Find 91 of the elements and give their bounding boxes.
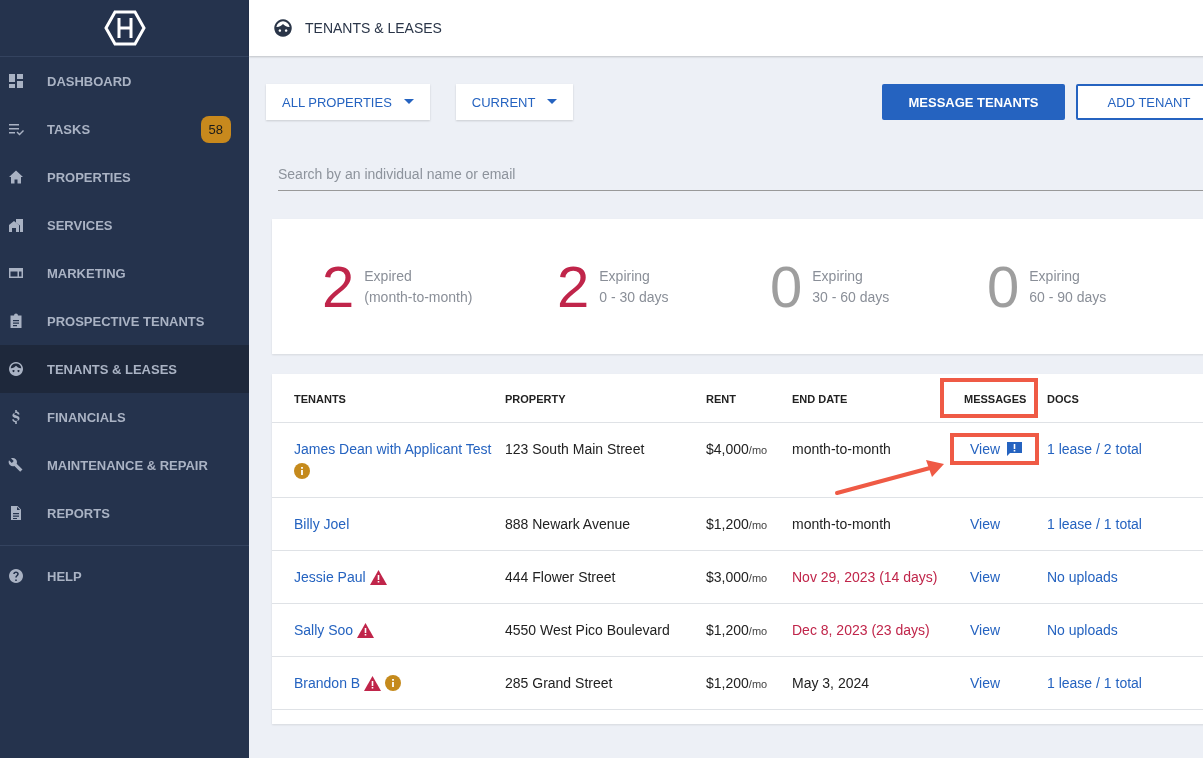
buildings-icon bbox=[8, 217, 24, 233]
sidebar-item[interactable]: FINANCIALS bbox=[0, 393, 249, 441]
column-header: END DATE bbox=[792, 393, 848, 405]
tenant-name-link[interactable]: Sally Soo bbox=[294, 622, 354, 638]
sidebar-item[interactable]: HELP bbox=[0, 552, 249, 600]
filter-dropdown[interactable]: CURRENT bbox=[455, 84, 574, 120]
filter-dropdown[interactable]: ALL PROPERTIES bbox=[266, 84, 430, 120]
rent-amount: $1,200/mo bbox=[706, 622, 768, 638]
rent-amount: $1,200/mo bbox=[706, 675, 768, 691]
view-messages-link[interactable]: View bbox=[970, 675, 1001, 691]
sidebar-label: FINANCIALS bbox=[47, 409, 127, 425]
end-date: May 3, 2024 bbox=[792, 675, 870, 691]
sidebar-label: REPORTS bbox=[47, 505, 111, 521]
view-messages-link[interactable]: View bbox=[970, 516, 1001, 532]
sidebar-label: DASHBOARD bbox=[47, 73, 133, 89]
sidebar-label: MAINTENANCE & REPAIR bbox=[47, 457, 209, 473]
rent-amount: $3,000/mo bbox=[706, 569, 768, 585]
sidebar-item[interactable]: MARKETING bbox=[0, 249, 249, 297]
column-header: DOCS bbox=[1047, 393, 1079, 405]
caret-icon bbox=[403, 99, 414, 105]
caret-icon bbox=[547, 99, 558, 105]
property-address: 285 Grand Street bbox=[505, 675, 613, 691]
sidebar-item[interactable]: REPORTS bbox=[0, 489, 249, 537]
stat-count: 0 bbox=[987, 257, 1020, 316]
billboard-icon bbox=[8, 265, 24, 281]
property-address: 4550 West Pico Boulevard bbox=[505, 622, 670, 638]
task-count-badge: 58 bbox=[200, 115, 231, 143]
view-messages-link[interactable]: View bbox=[970, 622, 1001, 638]
docs-link[interactable]: 1 lease / 1 total bbox=[1047, 516, 1142, 532]
stat-count: 2 bbox=[322, 257, 355, 316]
sidebar-label: SERVICES bbox=[47, 217, 114, 233]
stat-range: 30 - 60 days bbox=[812, 289, 890, 305]
column-header: TENANTS bbox=[294, 393, 346, 405]
clipboard-icon bbox=[8, 313, 24, 329]
stat-range: (month-to-month) bbox=[364, 289, 473, 305]
stat-range: 60 - 90 days bbox=[1029, 289, 1107, 305]
rent-amount: $4,000/mo bbox=[706, 441, 768, 457]
sidebar-item[interactable]: TENANTS & LEASES bbox=[0, 345, 249, 393]
sidebar-item[interactable]: DASHBOARD bbox=[0, 57, 249, 105]
sidebar-label: HELP bbox=[47, 568, 83, 584]
face-icon bbox=[273, 18, 293, 38]
checklist-icon bbox=[8, 121, 24, 137]
property-address: 123 South Main Street bbox=[505, 441, 645, 457]
view-messages-link[interactable]: View bbox=[970, 441, 1001, 457]
search-field[interactable]: Search by an individual name or email bbox=[278, 158, 1203, 191]
property-address: 888 Newark Avenue bbox=[505, 516, 631, 532]
sidebar-item[interactable]: PROSPECTIVE TENANTS bbox=[0, 297, 249, 345]
sidebar-label: TENANTS & LEASES bbox=[47, 361, 178, 377]
stat-label: Expiring bbox=[1029, 268, 1081, 284]
column-header: MESSAGES bbox=[964, 393, 1027, 405]
sidebar-item[interactable]: SERVICES bbox=[0, 201, 249, 249]
page-title: TENANTS & LEASES bbox=[305, 20, 442, 36]
column-header: PROPERTY bbox=[505, 393, 566, 405]
sidebar-label: PROPERTIES bbox=[47, 169, 132, 185]
wrench-icon bbox=[8, 457, 24, 473]
stat-count: 2 bbox=[557, 257, 590, 316]
document-icon bbox=[8, 505, 24, 521]
sidebar-item[interactable]: MAINTENANCE & REPAIR bbox=[0, 441, 249, 489]
docs-link[interactable]: No uploads bbox=[1047, 622, 1118, 638]
tenant-name-link[interactable]: Jessie Paul bbox=[294, 569, 366, 585]
add-tenant-button[interactable]: ADD TENANT bbox=[1076, 84, 1203, 120]
stat-range: 0 - 30 days bbox=[599, 289, 669, 305]
home-icon bbox=[8, 169, 24, 185]
help-icon bbox=[8, 568, 24, 584]
sidebar-label: MARKETING bbox=[47, 265, 127, 281]
hexagon-logo-icon bbox=[103, 10, 146, 46]
tenant-name-link[interactable]: Brandon B bbox=[294, 675, 361, 691]
column-header: RENT bbox=[706, 393, 736, 405]
end-date: Dec 8, 2023 (23 days) bbox=[792, 622, 930, 638]
rent-amount: $1,200/mo bbox=[706, 516, 768, 532]
message-tenants-button[interactable]: MESSAGE TENANTS bbox=[882, 84, 1065, 120]
sidebar-label: TASKS bbox=[47, 121, 92, 137]
docs-link[interactable]: 1 lease / 1 total bbox=[1047, 675, 1142, 691]
stat-count: 0 bbox=[770, 257, 803, 316]
property-address: 444 Flower Street bbox=[505, 569, 616, 585]
end-date: Nov 29, 2023 (14 days) bbox=[792, 569, 938, 585]
face-icon bbox=[8, 361, 24, 377]
dashboard-icon bbox=[8, 73, 24, 89]
stat-label: Expired bbox=[364, 268, 413, 284]
tenant-name-link[interactable]: Billy Joel bbox=[294, 516, 350, 532]
docs-link[interactable]: 1 lease / 2 total bbox=[1047, 441, 1142, 457]
end-date: month-to-month bbox=[792, 516, 891, 532]
end-date: month-to-month bbox=[792, 441, 891, 457]
view-messages-link[interactable]: View bbox=[970, 569, 1001, 585]
stat-label: Expiring bbox=[812, 268, 864, 284]
docs-link[interactable]: No uploads bbox=[1047, 569, 1118, 585]
tenant-name-link[interactable]: James Dean with Applicant Test bbox=[294, 441, 492, 457]
sidebar-item[interactable]: PROPERTIES bbox=[0, 153, 249, 201]
sidebar-label: PROSPECTIVE TENANTS bbox=[47, 313, 206, 329]
sidebar-item[interactable]: TASKS 58 bbox=[0, 105, 249, 153]
stat-label: Expiring bbox=[599, 268, 651, 284]
